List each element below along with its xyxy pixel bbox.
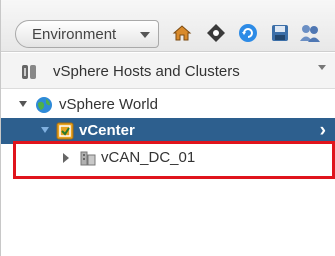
save-icon[interactable] xyxy=(269,22,291,44)
environment-dropdown-label: Environment xyxy=(32,26,117,43)
home-icon[interactable] xyxy=(171,22,193,44)
chevron-down-icon[interactable] xyxy=(318,65,326,70)
tree-item-vsphere-world[interactable]: vSphere World xyxy=(1,92,335,118)
navigator-title: vSphere Hosts and Clusters xyxy=(53,63,240,80)
globe-icon xyxy=(35,96,53,114)
hosts-clusters-icon xyxy=(21,63,39,86)
tree-label: vSphere World xyxy=(59,96,158,113)
tag-icon[interactable] xyxy=(205,22,227,44)
navigator-panel: Environment vSphere Hosts and Clusters v… xyxy=(0,0,335,256)
refresh-icon[interactable] xyxy=(237,22,259,44)
people-icon[interactable] xyxy=(299,22,321,44)
chevron-down-icon xyxy=(140,32,150,38)
environment-dropdown[interactable]: Environment xyxy=(15,20,159,48)
navigator-header: vSphere Hosts and Clusters xyxy=(1,53,335,89)
highlight-box xyxy=(13,141,335,179)
expand-arrow-icon[interactable] xyxy=(19,101,27,107)
expand-arrow-icon[interactable] xyxy=(41,127,49,133)
tree-label: vCenter xyxy=(79,122,135,139)
vcenter-icon xyxy=(56,122,74,140)
toolbar: Environment xyxy=(1,0,335,52)
chevron-right-icon[interactable]: › xyxy=(320,120,326,142)
